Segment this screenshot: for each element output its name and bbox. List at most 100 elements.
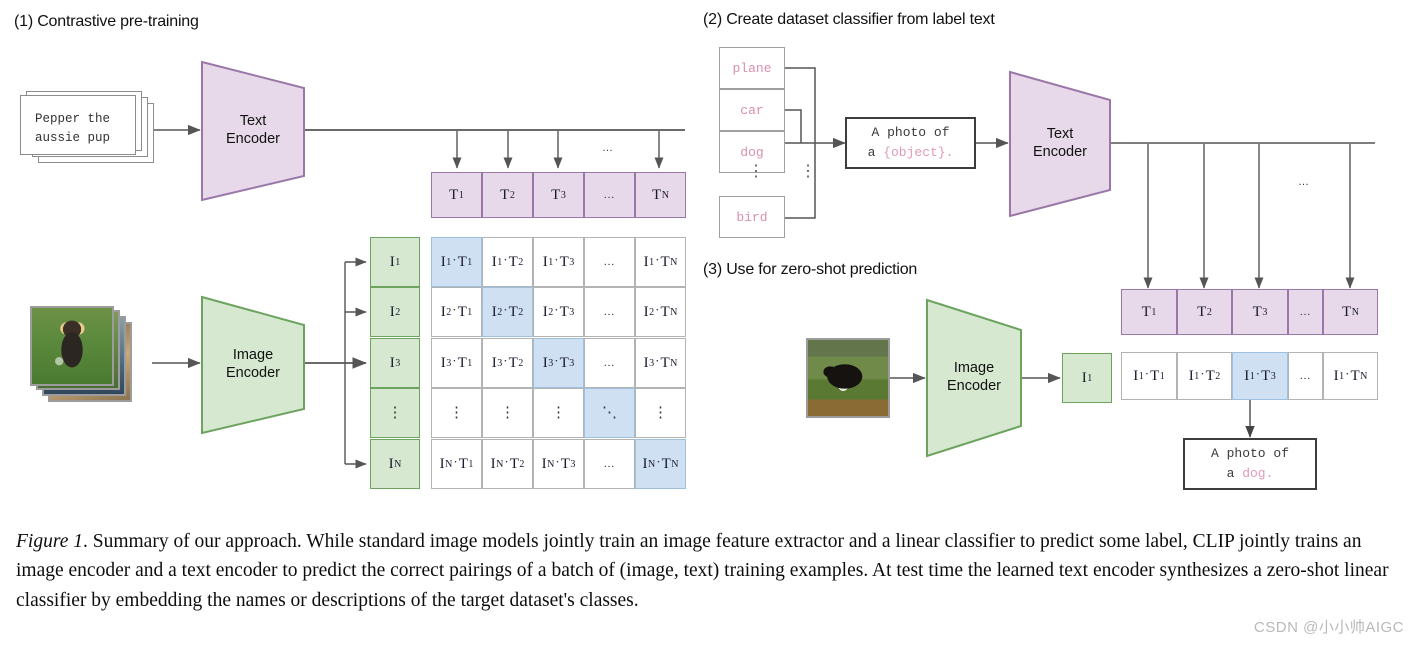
class-label-box[interactable]: plane — [719, 47, 785, 89]
dot-operator: · — [503, 252, 508, 267]
sym-sub: 1 — [497, 256, 503, 268]
sym-base: T — [559, 354, 569, 371]
text-embedding-row-ellipsis-top: … — [602, 142, 614, 154]
zeroshot-image-feature: I1 — [1062, 353, 1112, 403]
sym-sub: 3 — [548, 357, 554, 369]
sym-sub: 2 — [1215, 370, 1221, 382]
sym-base: T — [1261, 367, 1271, 384]
sym-sub: N — [445, 458, 453, 470]
zeroshot-text-embedding-cell: T2 — [1177, 289, 1232, 335]
sym-sub: N — [671, 458, 679, 470]
text-embedding-cell: T2 — [482, 172, 533, 218]
similarity-cell: I N · T 1 — [431, 439, 482, 489]
similarity-cell: … — [584, 439, 635, 489]
figure-caption: Figure 1. Summary of our approach. While… — [16, 527, 1396, 615]
zeroshot-score-cell: … — [1288, 352, 1323, 400]
sym-base: T — [1252, 303, 1262, 320]
image-embedding-cell: ⋮ — [370, 388, 420, 438]
image-encoder-1-line2: Encoder — [225, 365, 280, 381]
dot-operator: · — [1255, 366, 1261, 381]
dot-operator: · — [655, 353, 660, 368]
sym-sub: N — [496, 458, 504, 470]
sym-base: T — [500, 186, 510, 203]
sym-sub: 1 — [468, 458, 474, 470]
sym-base: T — [1150, 367, 1160, 384]
text-encoder-2[interactable]: Text Encoder — [1008, 70, 1112, 218]
dot-operator: · — [555, 454, 560, 469]
image-encoder-1-line1: Image — [232, 347, 274, 364]
sym-sub: 3 — [446, 357, 452, 369]
class-label-box[interactable]: car — [719, 89, 785, 131]
text-embedding-cell: TN — [635, 172, 686, 218]
sym-sub: 2 — [509, 189, 515, 201]
sym-base: T — [1350, 367, 1360, 384]
similarity-cell: ⋮ — [482, 388, 533, 438]
similarity-cell: ⋮ — [635, 388, 686, 438]
text-encoder-1-line1: Text — [239, 113, 267, 130]
image-encoder-1[interactable]: Image Encoder — [200, 295, 306, 435]
sym-sub: 2 — [518, 357, 524, 369]
sym-base: T — [449, 186, 459, 203]
similarity-cell: ⋮ — [431, 388, 482, 438]
image-embedding-cell: I3 — [370, 338, 420, 388]
class-label-box[interactable]: bird — [719, 196, 785, 238]
image-encoder-2[interactable]: Image Encoder — [925, 298, 1023, 458]
sym-base: I — [439, 455, 445, 472]
sym-sub: 3 — [569, 306, 575, 318]
sym-base: T — [1141, 303, 1151, 320]
zeroshot-result-box: A photo of a dog. — [1183, 438, 1317, 490]
sym-base: T — [508, 253, 518, 270]
sym-base: I — [491, 253, 497, 270]
sym-base: I — [388, 455, 394, 472]
sym-sub: 1 — [467, 256, 473, 268]
input-text-line1: Pepper the — [35, 112, 111, 126]
sym-base: T — [560, 455, 570, 472]
zeroshot-text-embedding-cell: T3 — [1232, 289, 1288, 335]
similarity-cell: I N · T 2 — [482, 439, 533, 489]
sym-sub: 2 — [518, 306, 524, 318]
sym-base: T — [509, 455, 519, 472]
sym-base: T — [652, 186, 662, 203]
zeroshot-text-embedding-cell: … — [1288, 289, 1323, 335]
dot-operator: · — [554, 252, 559, 267]
sym-sub: 3 — [1262, 306, 1268, 318]
ellipsis: … — [603, 458, 616, 470]
dot-operator: · — [655, 302, 660, 317]
prompt-template-box: A photo of a {object}. — [845, 117, 976, 169]
sym-base: I — [643, 303, 649, 320]
training-photo-puppy — [30, 306, 114, 386]
sym-sub: 1 — [446, 256, 452, 268]
sym-sub: 1 — [1194, 370, 1200, 382]
sym-sub: 1 — [1138, 370, 1144, 382]
test-photo-dog — [806, 338, 890, 418]
result-line1: A photo of — [1210, 445, 1289, 461]
sym-sub: N — [670, 306, 678, 318]
prompt-object-token: {object}. — [883, 145, 954, 160]
sym-base: I — [1188, 367, 1194, 384]
sym-sub: 1 — [458, 189, 464, 201]
sym-sub: 1 — [395, 256, 401, 268]
similarity-cell: I 3 · T 3 — [533, 338, 584, 388]
similarity-cell: I 2 · T N — [635, 287, 686, 337]
similarity-cell: … — [584, 338, 635, 388]
sym-sub: N — [547, 458, 555, 470]
section-2-title: (2) Create dataset classifier from label… — [703, 11, 995, 28]
similarity-cell: I 3 · T N — [635, 338, 686, 388]
sym-sub: 2 — [649, 306, 655, 318]
prompt-line2-prefix: a — [867, 145, 884, 160]
sym-base: T — [551, 186, 561, 203]
result-line2-prefix: a — [1226, 466, 1243, 481]
dot-operator: · — [1345, 366, 1350, 381]
result-line2: a dog. — [1227, 464, 1274, 484]
prompt-line1: A photo of — [871, 124, 950, 140]
sym-base: T — [1342, 303, 1352, 320]
sym-sub: 2 — [1206, 306, 1212, 318]
similarity-cell: I 2 · T 3 — [533, 287, 584, 337]
similarity-cell: I 1 · T 1 — [431, 237, 482, 287]
class-label-text: dog — [740, 144, 764, 160]
zeroshot-score-cell: I 1 · T 3 — [1232, 352, 1288, 400]
sym-base: I — [491, 303, 497, 320]
zeroshot-text-embedding-cell: T1 — [1121, 289, 1177, 335]
sym-sub: 2 — [497, 306, 503, 318]
text-encoder-1[interactable]: Text Encoder — [200, 60, 306, 202]
